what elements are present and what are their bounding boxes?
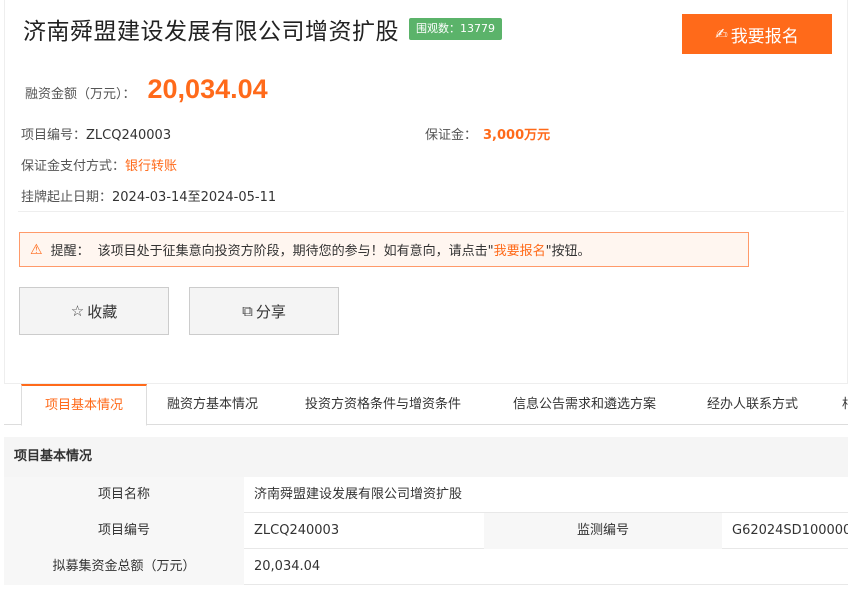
notice-text: 该项目处于征集意向投资方阶段，期待您的参与！如有意向，请点击" — [97, 244, 494, 259]
signup-button[interactable]: ✍ 我要报名 — [682, 14, 832, 54]
notice-prefix: 提醒： — [50, 244, 90, 259]
row-value: 20,034.04 — [254, 559, 321, 574]
project-code-line: 项目编号：ZLCQ240003 — [21, 124, 171, 143]
tab-announcement-requirements[interactable]: 信息公告需求和遴选方案 — [513, 384, 656, 425]
tab-investor-qualifications[interactable]: 投资方资格条件与增资条件 — [305, 384, 461, 425]
tab-related[interactable]: 相 — [842, 384, 848, 425]
warning-icon: ⚠ — [30, 241, 43, 258]
notice-banner: ⚠ 提醒： 该项目处于征集意向投资方阶段，期待您的参与！如有意向，请点击" 我要报… — [19, 232, 749, 267]
amount-row: 融资金额（万元）： 20,034.04 — [25, 74, 268, 105]
share-button[interactable]: ⧉ 分享 — [189, 287, 339, 335]
notice-text-end: "按钮。 — [545, 244, 591, 259]
row-label: 项目编号 — [4, 513, 244, 549]
table-row: 项目编号 ZLCQ240003 监测编号 G62024SD100000 — [4, 513, 848, 549]
share-button-label: 分享 — [255, 303, 286, 321]
pen-icon: ✍ — [715, 25, 728, 43]
row-label: 项目名称 — [4, 477, 244, 513]
row-value: ZLCQ240003 — [254, 523, 340, 538]
table-row: 项目名称 济南舜盟建设发展有限公司增资扩股 — [4, 477, 848, 513]
table-row: 拟募集资金总额（万元） 20,034.04 — [4, 549, 848, 585]
payment-method-label: 保证金支付方式： — [21, 159, 126, 174]
row-value: 济南舜盟建设发展有限公司增资扩股 — [254, 487, 463, 502]
amount-label: 融资金额（万元）： — [25, 87, 136, 102]
deposit-line: 保证金： 3,000万元 — [425, 124, 550, 143]
row-value-secondary: G62024SD100000 — [732, 523, 848, 538]
star-icon: ☆ — [70, 303, 85, 320]
tab-project-basic-info[interactable]: 项目基本情况 — [21, 384, 147, 426]
share-icon: ⧉ — [242, 302, 253, 320]
payment-method-line: 保证金支付方式：银行转账 — [21, 155, 177, 174]
title-row: 济南舜盟建设发展有限公司增资扩股 围观数：13779 — [23, 12, 502, 46]
row-label: 拟募集资金总额（万元） — [4, 549, 244, 585]
project-code-label: 项目编号： — [21, 128, 87, 143]
page-title: 济南舜盟建设发展有限公司增资扩股 — [23, 19, 399, 45]
summary-divider — [18, 211, 844, 212]
payment-method-value: 银行转账 — [125, 159, 178, 174]
deposit-label: 保证金： — [425, 128, 478, 143]
favorite-button-label: 收藏 — [87, 303, 118, 321]
favorite-button[interactable]: ☆ 收藏 — [19, 287, 169, 335]
notice-signup-link[interactable]: 我要报名 — [494, 240, 546, 259]
row-label-secondary: 监测编号 — [484, 513, 722, 549]
views-badge: 围观数：13779 — [409, 18, 502, 40]
tab-contact-info[interactable]: 经办人联系方式 — [707, 384, 798, 425]
table-heading: 项目基本情况 — [4, 437, 848, 477]
listing-date-label: 挂牌起止日期： — [21, 190, 113, 205]
tab-financing-party-info[interactable]: 融资方基本情况 — [167, 384, 258, 425]
amount-value: 20,034.04 — [147, 74, 268, 104]
listing-date-value: 2024-03-14至2024-05-11 — [112, 190, 277, 205]
basic-info-table: 项目基本情况 项目名称 济南舜盟建设发展有限公司增资扩股 项目编号 ZLCQ24… — [4, 437, 848, 585]
signup-button-label: 我要报名 — [730, 26, 799, 47]
listing-date-line: 挂牌起止日期：2024-03-14至2024-05-11 — [21, 186, 276, 205]
project-code-value: ZLCQ240003 — [86, 128, 172, 143]
detail-tabs: 项目基本情况 融资方基本情况 投资方资格条件与增资条件 信息公告需求和遴选方案 … — [4, 384, 848, 426]
deposit-value: 3,000万元 — [483, 128, 551, 143]
